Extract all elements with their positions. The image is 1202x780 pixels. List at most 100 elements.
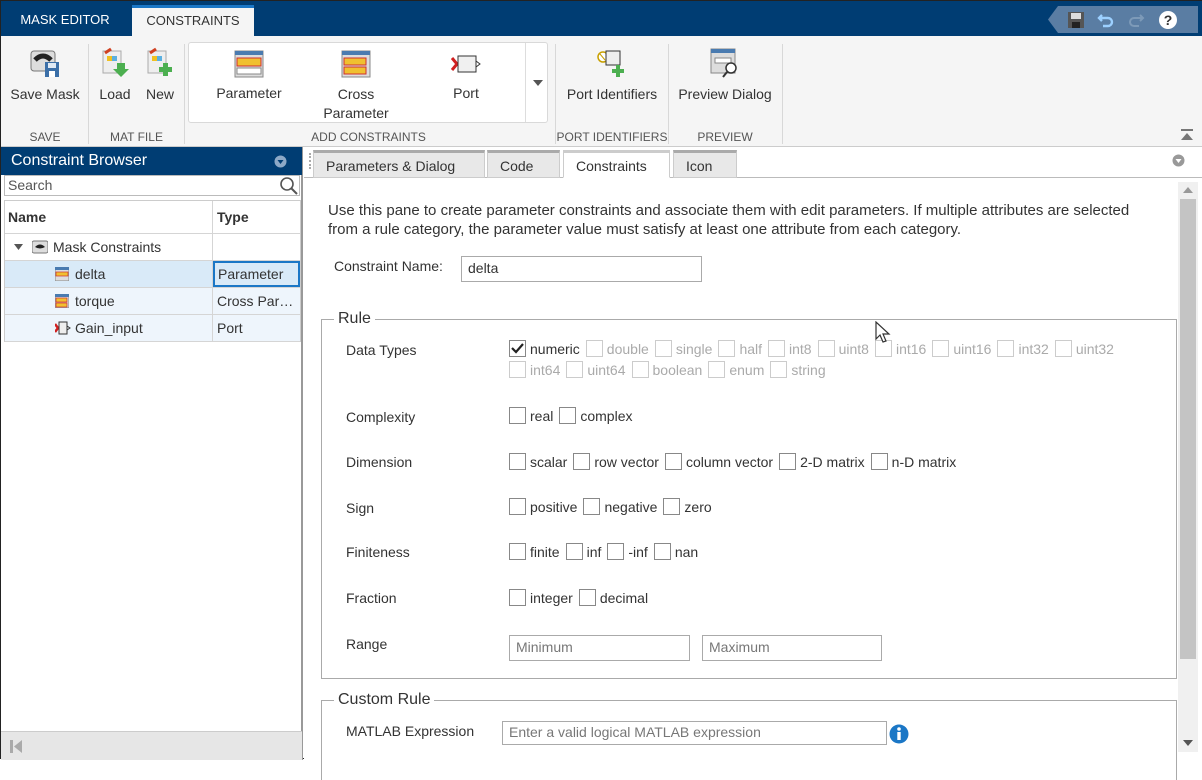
search-icon[interactable] [279, 176, 299, 196]
checkbox-box[interactable] [664, 453, 682, 470]
checkbox-decimal[interactable]: decimal [578, 589, 648, 606]
checkbox-numeric[interactable]: numeric [509, 340, 580, 357]
checkbox-box[interactable] [779, 453, 797, 470]
preview-dialog-button[interactable]: Preview Dialog [673, 46, 777, 102]
checkbox-box[interactable] [585, 340, 603, 357]
checkbox-box[interactable] [509, 589, 526, 606]
checkbox-int32[interactable]: int32 [997, 340, 1049, 357]
checkbox-box[interactable] [509, 543, 526, 560]
col-name-header[interactable]: Name [5, 201, 213, 233]
checkbox-box[interactable] [509, 407, 526, 424]
checkbox-row-vector[interactable]: row vector [573, 453, 659, 470]
checkbox-box[interactable] [566, 361, 584, 378]
save-icon[interactable] [1064, 6, 1088, 33]
scroll-up-icon[interactable] [1183, 187, 1193, 193]
info-icon[interactable] [889, 724, 909, 744]
gallery-expand-button[interactable] [527, 43, 548, 122]
checkbox-box[interactable] [559, 407, 577, 424]
constraint-name-input[interactable]: delta [461, 256, 702, 282]
checkbox-half[interactable]: half [718, 340, 762, 357]
checkbox-scalar[interactable]: scalar [509, 453, 567, 470]
checkbox-box[interactable] [768, 340, 786, 357]
checkbox-box[interactable] [663, 498, 681, 515]
checkmark-icon[interactable] [509, 340, 526, 357]
vertical-scrollbar[interactable] [1178, 182, 1198, 752]
expand-arrow-icon[interactable] [14, 244, 23, 250]
add-parameter-button[interactable]: Parameter [207, 49, 291, 101]
matlab-expression-input[interactable]: Enter a valid logical MATLAB expression [502, 721, 887, 745]
scroll-down-icon[interactable] [1183, 740, 1193, 746]
checkbox-uint32[interactable]: uint32 [1054, 340, 1114, 357]
scrollbar-thumb[interactable] [1180, 199, 1196, 659]
tab-constraints[interactable]: CONSTRAINTS [132, 5, 254, 36]
checkbox-box[interactable] [509, 453, 526, 470]
checkbox-box[interactable] [653, 543, 671, 560]
range-maximum-input[interactable]: Maximum [702, 635, 882, 661]
table-row[interactable]: delta Parameter [5, 261, 300, 288]
checkbox-box[interactable] [509, 498, 526, 515]
checkbox-real[interactable]: real [509, 407, 553, 424]
checkbox-box[interactable] [509, 361, 526, 378]
checkbox-box[interactable] [1054, 340, 1072, 357]
checkbox-int8[interactable]: int8 [768, 340, 812, 357]
checkbox-nan[interactable]: nan [653, 543, 698, 560]
help-icon[interactable]: ? [1156, 6, 1180, 33]
checkbox-finite[interactable]: finite [509, 543, 560, 560]
checkbox-complex[interactable]: complex [559, 407, 633, 424]
checkbox-box[interactable] [631, 361, 649, 378]
checkbox-zero[interactable]: zero [663, 498, 712, 515]
port-identifiers-button[interactable]: Port Identifiers [558, 46, 666, 102]
scroll-to-start-icon[interactable] [10, 740, 22, 753]
checkbox-box[interactable] [573, 453, 591, 470]
horizontal-scrollbar[interactable] [1, 731, 302, 760]
checkbox-enum[interactable]: enum [708, 361, 764, 378]
checkbox-integer[interactable]: integer [509, 589, 573, 606]
tab-constraints[interactable]: Constraints [563, 150, 670, 178]
tab-code[interactable]: Code [487, 150, 560, 178]
checkbox-uint8[interactable]: uint8 [817, 340, 869, 357]
checkbox-inf[interactable]: inf [565, 543, 601, 560]
checkbox-double[interactable]: double [585, 340, 649, 357]
checkbox-column-vector[interactable]: column vector [664, 453, 773, 470]
checkbox-box[interactable] [708, 361, 726, 378]
checkbox-uint16[interactable]: uint16 [932, 340, 991, 357]
col-type-header[interactable]: Type [213, 201, 300, 233]
table-row[interactable]: Gain_input Port [5, 315, 300, 342]
tree-root-row[interactable]: Mask Constraints [5, 234, 300, 261]
panel-menu-icon[interactable] [1172, 154, 1185, 167]
checkbox-box[interactable] [607, 543, 625, 560]
range-minimum-input[interactable]: Minimum [509, 635, 690, 661]
checkbox-2-d-matrix[interactable]: 2-D matrix [779, 453, 865, 470]
checkbox-string[interactable]: string [770, 361, 826, 378]
checkbox-box[interactable] [565, 543, 583, 560]
table-row[interactable]: torque Cross Par… [5, 288, 300, 315]
checkbox--inf[interactable]: -inf [607, 543, 648, 560]
checkbox-box[interactable] [932, 340, 950, 357]
panel-menu-icon[interactable] [274, 155, 287, 168]
checkbox-box[interactable] [870, 453, 888, 470]
redo-icon[interactable] [1124, 6, 1148, 33]
undo-icon[interactable] [1094, 6, 1118, 33]
tab-mask-editor[interactable]: MASK EDITOR [9, 5, 121, 36]
checkbox-boolean[interactable]: boolean [631, 361, 702, 378]
new-button[interactable]: New [141, 46, 179, 102]
collapse-toolstrip-button[interactable] [1179, 128, 1195, 142]
checkbox-box[interactable] [817, 340, 835, 357]
checkbox-uint64[interactable]: uint64 [566, 361, 626, 378]
checkbox-box[interactable] [997, 340, 1015, 357]
checkbox-positive[interactable]: positive [509, 498, 577, 515]
checkbox-n-d-matrix[interactable]: n-D matrix [870, 453, 956, 470]
checkbox-box[interactable] [718, 340, 736, 357]
tab-icon[interactable]: Icon [673, 150, 737, 178]
load-button[interactable]: Load [95, 46, 135, 102]
checkbox-int64[interactable]: int64 [509, 361, 560, 378]
tab-parameters-dialog[interactable]: Parameters & Dialog [313, 150, 485, 178]
checkbox-box[interactable] [583, 498, 601, 515]
checkbox-box[interactable] [770, 361, 788, 378]
checkbox-negative[interactable]: negative [583, 498, 657, 515]
checkbox-box[interactable] [654, 340, 672, 357]
save-mask-button[interactable]: Save Mask [5, 46, 85, 102]
checkbox-box[interactable] [578, 589, 596, 606]
checkbox-single[interactable]: single [654, 340, 712, 357]
add-cross-parameter-button[interactable]: Cross Parameter [307, 49, 405, 123]
